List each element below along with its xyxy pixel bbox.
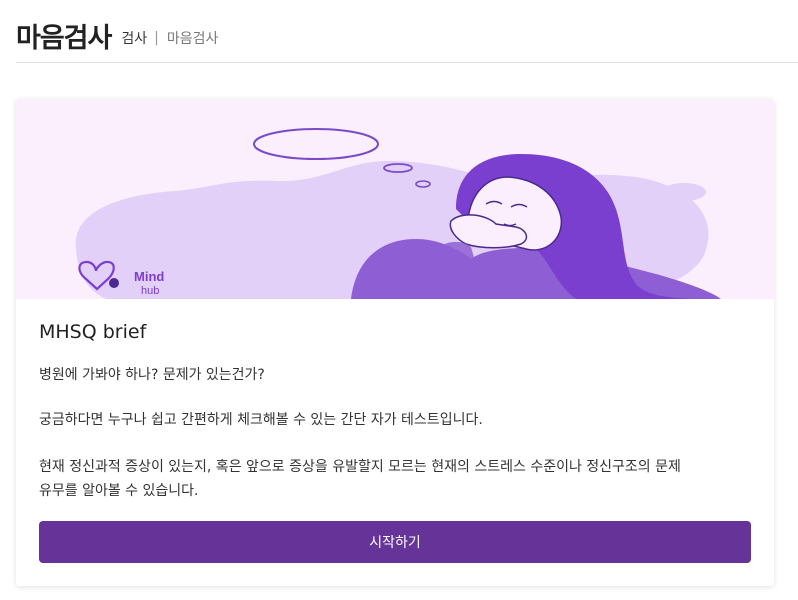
- breadcrumb: 검사 | 마음검사: [121, 28, 218, 48]
- breadcrumb-item-mind-test[interactable]: 마음검사: [167, 28, 219, 48]
- breadcrumb-item-test[interactable]: 검사: [121, 28, 147, 48]
- start-button[interactable]: 시작하기: [39, 521, 751, 563]
- thinking-woman-illustration: Mind hub: [75, 128, 721, 299]
- card-description-intro: 궁금하다면 누구나 쉽고 간편하게 체크해볼 수 있는 간단 자가 테스트입니다…: [39, 412, 483, 428]
- card-title: MHSQ brief: [39, 321, 147, 343]
- page-header: 마음검사 검사 | 마음검사: [16, 8, 798, 63]
- test-card: Mind hub MHSQ brief 병원에 가봐야 하나? 문제가 있는건가…: [16, 99, 774, 586]
- card-description-purpose-line2: 유무를 알아볼 수 있습니다.: [39, 483, 199, 499]
- banner-illustration: Mind hub: [16, 99, 774, 299]
- page-title: 마음검사: [16, 22, 112, 54]
- breadcrumb-separator: |: [154, 30, 159, 46]
- card-description-purpose: 현재 정신과적 증상이 있는지, 혹은 앞으로 증상을 유발할지 모르는 현재의…: [39, 455, 759, 503]
- card-description-question: 병원에 가봐야 하나? 문제가 있는건가?: [39, 367, 265, 383]
- card-description-purpose-line1: 현재 정신과적 증상이 있는지, 혹은 앞으로 증상을 유발할지 모르는 현재의…: [39, 459, 681, 475]
- logo-mind: Mind: [134, 269, 164, 284]
- logo-hub: hub: [141, 285, 159, 297]
